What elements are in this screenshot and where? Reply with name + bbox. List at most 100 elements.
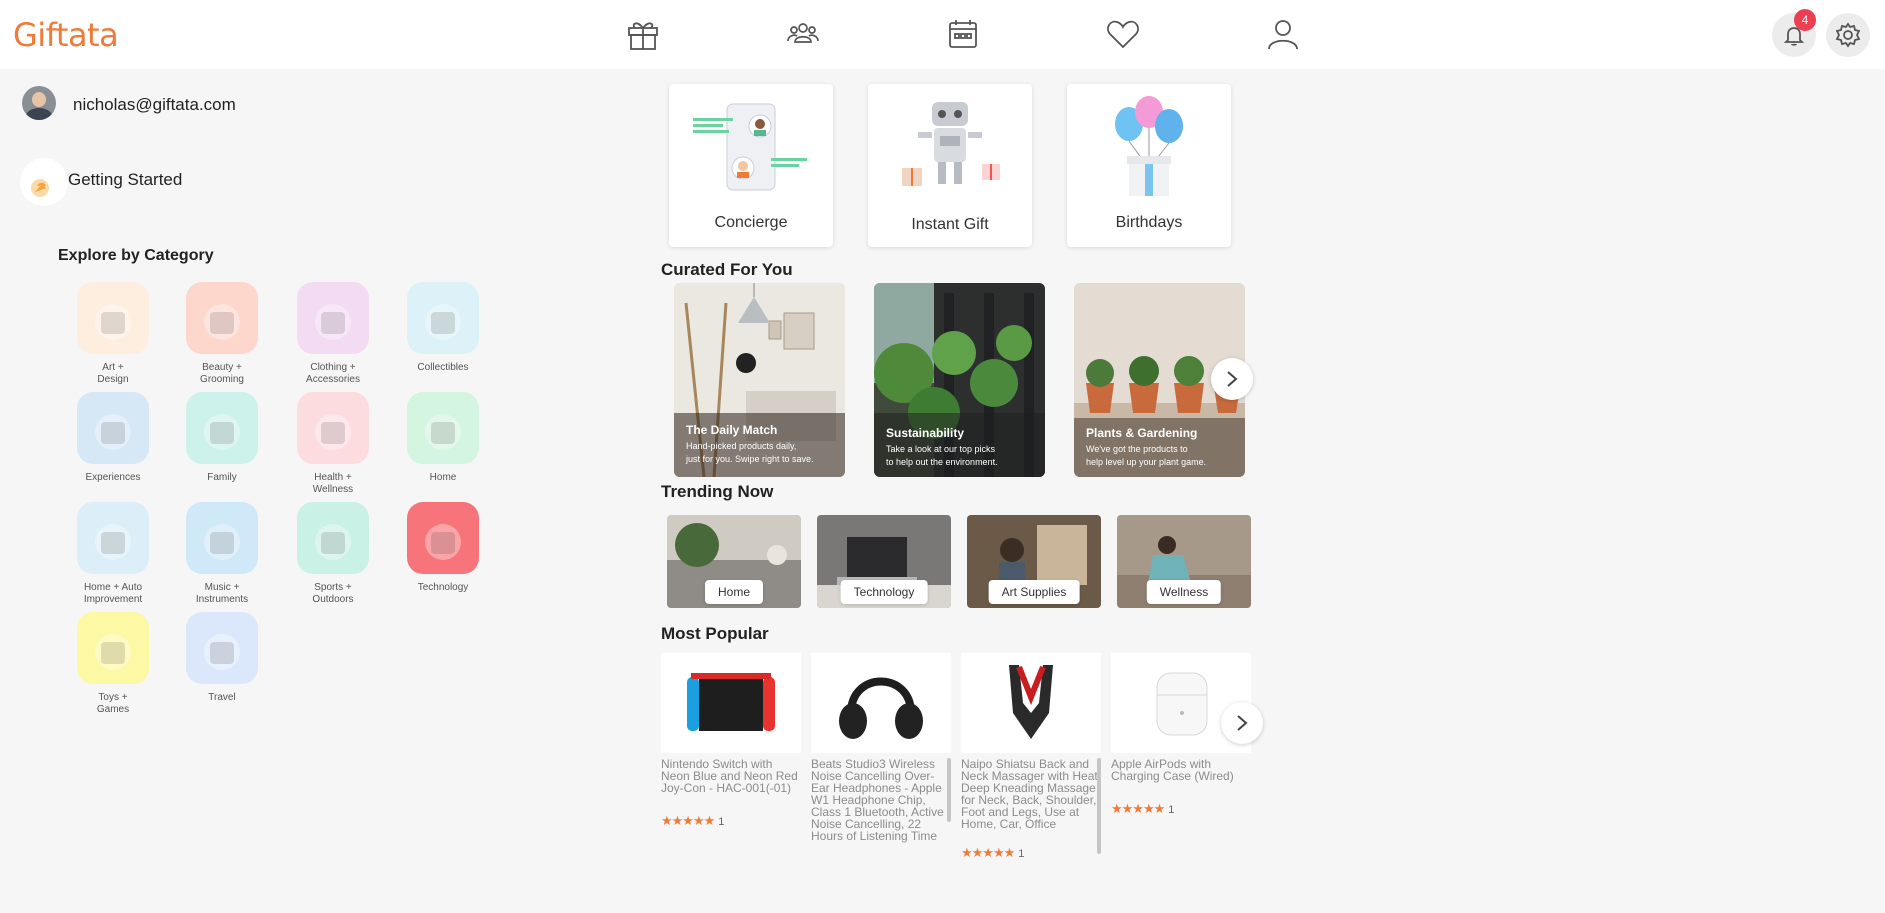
category-label: Art + Design bbox=[97, 362, 129, 385]
rating-count: 1 bbox=[1168, 804, 1175, 816]
trending-heading: Trending Now bbox=[661, 482, 774, 501]
balloons-illustration bbox=[1115, 96, 1183, 196]
concierge-label: Concierge bbox=[714, 214, 788, 231]
product-card[interactable]: Beats Studio3 Wireless Noise Cancelling … bbox=[811, 653, 951, 854]
makeup-icon bbox=[186, 282, 258, 354]
category-label: Home + Auto Improvement bbox=[83, 582, 143, 605]
trending-card-wellness[interactable]: Wellness bbox=[1117, 515, 1251, 608]
chevron-right-icon bbox=[1227, 371, 1238, 387]
curated-title: Sustainability bbox=[886, 426, 965, 440]
trending-label: Technology bbox=[840, 580, 928, 604]
calendar-icon[interactable] bbox=[945, 16, 981, 52]
instant-gift-card[interactable]: Instant Gift bbox=[868, 84, 1032, 247]
trending-card-art-supplies[interactable]: Art Supplies bbox=[967, 515, 1101, 608]
category-beauty-grooming[interactable]: Beauty + Grooming bbox=[172, 282, 272, 386]
star-rating-icon: ★★★★★ bbox=[961, 845, 1015, 860]
category-home-auto-improvement[interactable]: Home + Auto Improvement bbox=[63, 502, 163, 606]
concierge-illustration bbox=[693, 103, 807, 191]
category-label: Home bbox=[429, 472, 457, 483]
toy-blaster-icon bbox=[77, 612, 149, 684]
curated-title: Plants & Gardening bbox=[1086, 426, 1198, 440]
category-travel[interactable]: Travel bbox=[172, 612, 272, 704]
category-collectibles[interactable]: Collectibles bbox=[393, 282, 493, 374]
category-label: Experiences bbox=[85, 472, 141, 483]
trending-card-technology[interactable]: Technology bbox=[817, 515, 951, 608]
trending-card-home[interactable]: Home bbox=[667, 515, 801, 608]
trending-label: Wellness bbox=[1146, 580, 1222, 604]
category-technology[interactable]: Technology bbox=[393, 502, 493, 594]
settings-button[interactable] bbox=[1826, 13, 1870, 57]
product-card[interactable]: Nintendo Switch with Neon Blue and Neon … bbox=[661, 653, 801, 828]
category-health-wellness[interactable]: Health + Wellness bbox=[283, 392, 383, 496]
product-name[interactable]: Nintendo Switch with Neon Blue and Neon … bbox=[661, 758, 801, 806]
concierge-card[interactable]: Concierge bbox=[669, 84, 833, 247]
product-rating: ★★★★★ 1 bbox=[961, 844, 1101, 860]
product-name[interactable]: Beats Studio3 Wireless Noise Cancelling … bbox=[811, 758, 951, 854]
category-label: Clothing + Accessories bbox=[306, 362, 360, 385]
category-home[interactable]: Home bbox=[393, 392, 493, 484]
tv-icon bbox=[407, 502, 479, 574]
curated-next-button[interactable] bbox=[1211, 358, 1253, 400]
birthdays-card[interactable]: Birthdays bbox=[1067, 84, 1231, 247]
category-clothing-accessories[interactable]: Clothing + Accessories bbox=[283, 282, 383, 386]
category-family[interactable]: Family bbox=[172, 392, 272, 484]
product-rating: ★★★★★ 1 bbox=[661, 812, 801, 828]
product-name[interactable]: Naipo Shiatsu Back and Neck Massager wit… bbox=[961, 758, 1101, 842]
category-label: Technology bbox=[417, 582, 469, 593]
people-icon[interactable] bbox=[785, 16, 821, 52]
product-name-scrollbar[interactable] bbox=[1097, 758, 1101, 854]
category-experiences[interactable]: Experiences bbox=[63, 392, 163, 484]
curated-card-sustainability[interactable]: Sustainability Take a look at our top pi… bbox=[874, 283, 1045, 477]
user-email: nicholas@giftata.com bbox=[73, 95, 236, 114]
nintendo-switch-image[interactable] bbox=[661, 653, 801, 753]
category-toys-games[interactable]: Toys + Games bbox=[63, 612, 163, 716]
heart-icon[interactable] bbox=[1105, 16, 1141, 52]
rating-count: 1 bbox=[1018, 848, 1025, 860]
category-music-instruments[interactable]: Music + Instruments bbox=[172, 502, 272, 606]
category-label: Family bbox=[207, 472, 237, 483]
gift-icon[interactable] bbox=[625, 16, 661, 52]
guitar-icon bbox=[186, 502, 258, 574]
category-label: Collectibles bbox=[417, 362, 469, 373]
gear-icon bbox=[1835, 22, 1861, 48]
app-logo[interactable]: Giftata bbox=[13, 16, 119, 54]
product-card[interactable]: Naipo Shiatsu Back and Neck Massager wit… bbox=[961, 653, 1101, 860]
trending-label: Art Supplies bbox=[988, 580, 1080, 604]
top-bar: Giftata 4 bbox=[0, 0, 1885, 69]
explore-by-category-heading: Explore by Category bbox=[58, 247, 214, 264]
avatar[interactable] bbox=[22, 86, 56, 120]
birthdays-label: Birthdays bbox=[1115, 214, 1183, 231]
curated-description: Take a look at our top picks to help out… bbox=[886, 444, 998, 467]
category-label: Travel bbox=[208, 692, 236, 703]
trending-label: Home bbox=[704, 580, 764, 604]
product-rating: ★★★★★ 1 bbox=[1111, 800, 1251, 816]
popular-next-button[interactable] bbox=[1221, 702, 1263, 744]
category-art-design[interactable]: Art + Design bbox=[63, 282, 163, 386]
beats-headphones-image[interactable] bbox=[811, 653, 951, 753]
product-name[interactable]: Apple AirPods with Charging Case (Wired) bbox=[1111, 758, 1251, 794]
product-name-scrollbar[interactable] bbox=[947, 758, 951, 822]
user-icon[interactable] bbox=[1265, 16, 1301, 52]
instant-gift-label: Instant Gift bbox=[911, 216, 989, 233]
airplane-icon bbox=[186, 612, 258, 684]
curated-title: The Daily Match bbox=[686, 423, 778, 437]
curated-heading: Curated For You bbox=[661, 260, 793, 279]
category-label: Music + Instruments bbox=[195, 582, 249, 605]
star-rating-icon: ★★★★★ bbox=[1111, 801, 1165, 816]
category-label: Toys + Games bbox=[96, 692, 130, 715]
category-label: Health + Wellness bbox=[312, 472, 354, 495]
category-label: Beauty + Grooming bbox=[200, 362, 244, 385]
getting-started-icon bbox=[20, 158, 68, 206]
category-sports-outdoors[interactable]: Sports + Outdoors bbox=[283, 502, 383, 606]
getting-started-label: Getting Started bbox=[68, 170, 183, 189]
stage-icon bbox=[77, 392, 149, 464]
curated-card-daily-match[interactable]: The Daily Match Hand-picked products dai… bbox=[674, 283, 845, 477]
robot-illustration bbox=[902, 102, 1000, 186]
notifications-button[interactable]: 4 bbox=[1772, 9, 1816, 57]
most-popular-heading: Most Popular bbox=[661, 624, 769, 643]
star-rating-icon: ★★★★★ bbox=[661, 813, 715, 828]
massager-image[interactable] bbox=[961, 653, 1101, 753]
sunglasses-icon bbox=[297, 282, 369, 354]
easel-icon bbox=[77, 282, 149, 354]
tools-icon bbox=[77, 502, 149, 574]
